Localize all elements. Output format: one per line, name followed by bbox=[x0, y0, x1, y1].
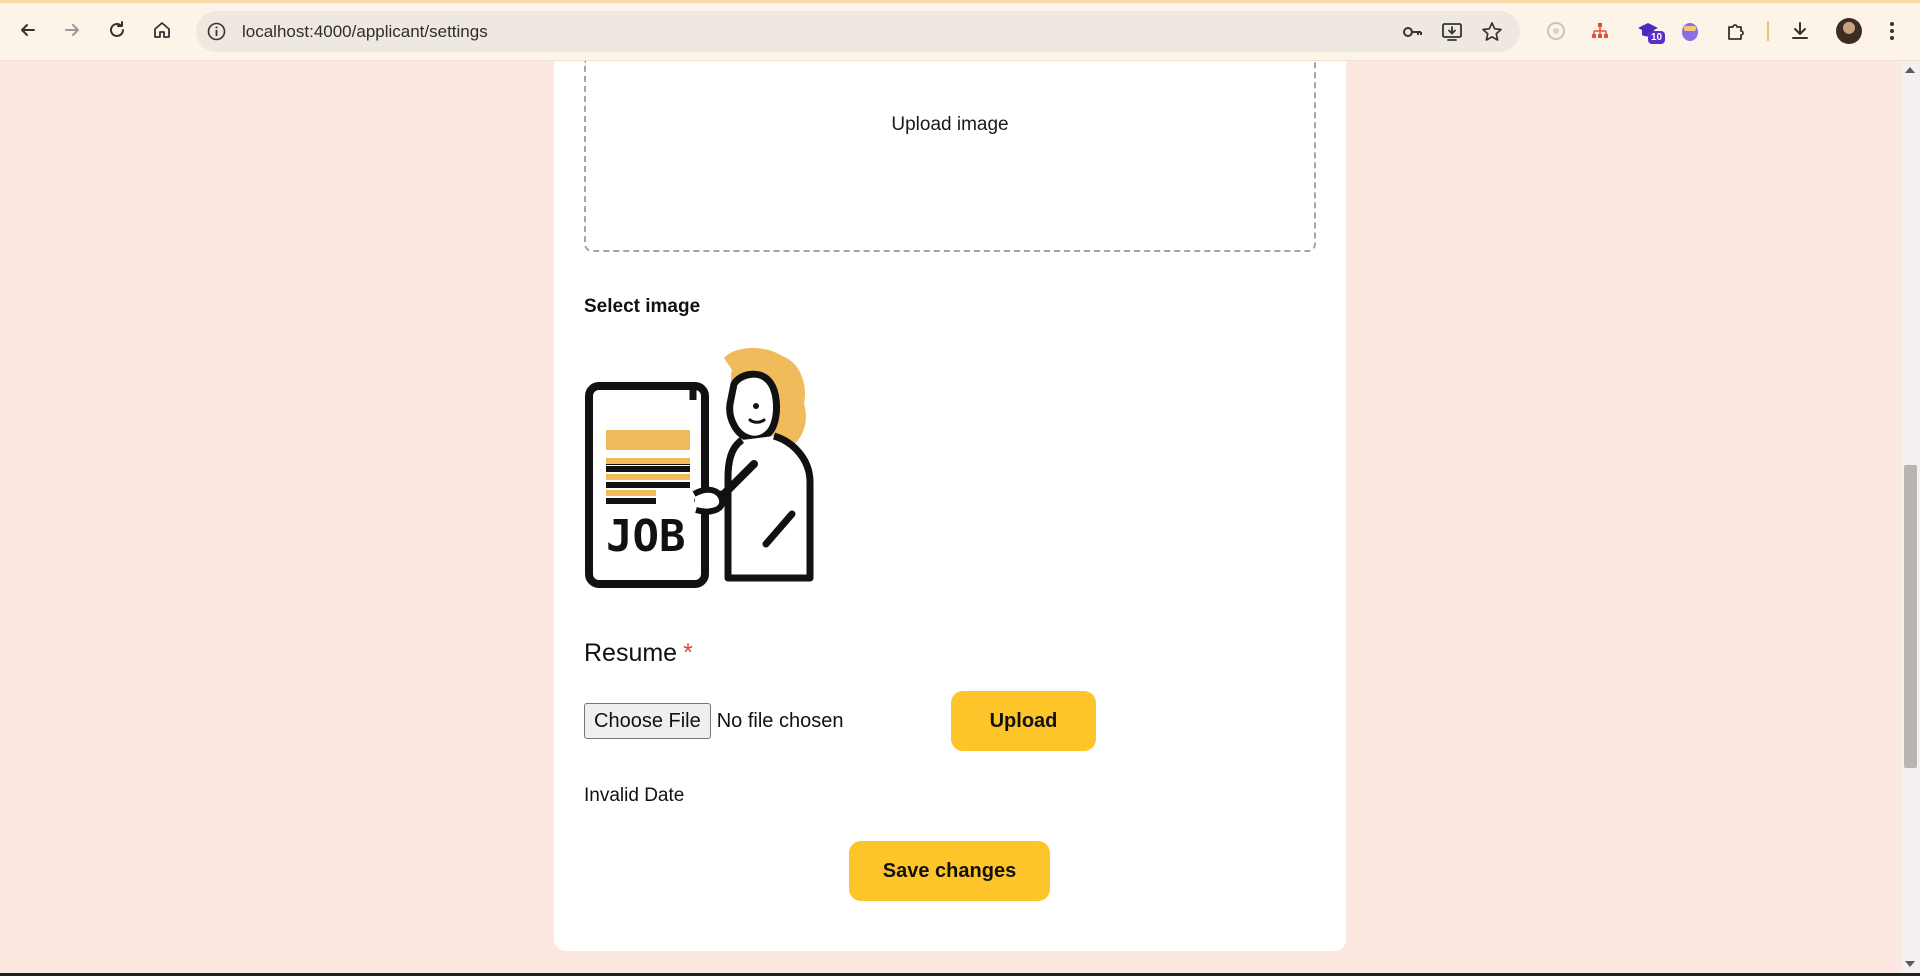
choose-file-button[interactable]: Choose File bbox=[584, 703, 711, 739]
resume-label-text: Resume bbox=[584, 639, 678, 667]
image-dropzone[interactable]: Upload image bbox=[584, 61, 1316, 252]
extension-badge: 10 bbox=[1648, 31, 1666, 44]
resume-date-text: Invalid Date bbox=[584, 785, 685, 806]
browser-menu-button[interactable] bbox=[1878, 17, 1906, 45]
job-text: JOB bbox=[606, 511, 685, 562]
scroll-thumb[interactable] bbox=[1904, 465, 1917, 768]
extension-timer[interactable] bbox=[1542, 17, 1570, 45]
forward-button[interactable] bbox=[56, 14, 88, 46]
info-icon[interactable] bbox=[206, 21, 227, 42]
key-icon bbox=[1403, 27, 1422, 37]
upload-button[interactable]: Upload bbox=[951, 691, 1096, 751]
scroll-down-arrow[interactable] bbox=[1905, 961, 1915, 967]
select-image-label: Select image bbox=[584, 296, 701, 317]
home-icon bbox=[154, 22, 170, 38]
save-changes-button[interactable]: Save changes bbox=[849, 841, 1050, 901]
star-icon bbox=[1482, 22, 1502, 41]
resume-label: Resume * bbox=[584, 639, 693, 668]
toolbar-top-line bbox=[0, 0, 1920, 3]
settings-card: Upload image Select image JOB Resume * Ch… bbox=[554, 61, 1346, 951]
kebab-menu-icon bbox=[1890, 22, 1894, 40]
reload-button[interactable] bbox=[101, 14, 133, 46]
extensions-button[interactable] bbox=[1722, 17, 1750, 45]
extension-avatar-bot[interactable] bbox=[1676, 17, 1704, 45]
profile-avatar[interactable] bbox=[1836, 18, 1862, 44]
scroll-up-arrow[interactable] bbox=[1905, 67, 1915, 73]
browser-toolbar: localhost:4000/applicant/settings 10 bbox=[0, 0, 1920, 61]
puzzle-icon bbox=[1728, 24, 1744, 40]
download-icon bbox=[1792, 22, 1808, 39]
downloads-button[interactable] bbox=[1786, 17, 1814, 45]
url-text[interactable]: localhost:4000/applicant/settings bbox=[242, 22, 488, 42]
required-marker: * bbox=[683, 639, 693, 667]
install-app-button[interactable] bbox=[1440, 20, 1464, 44]
sitemap-icon bbox=[1592, 23, 1608, 38]
forward-arrow-icon bbox=[65, 24, 79, 36]
reload-icon bbox=[110, 21, 124, 37]
page-scrollbar[interactable] bbox=[1901, 61, 1920, 973]
resume-file-input[interactable]: Choose File No file chosen bbox=[584, 703, 843, 739]
toolbar-divider bbox=[1767, 21, 1769, 41]
extension-graduation[interactable]: 10 bbox=[1634, 17, 1666, 45]
dropzone-text: Upload image bbox=[891, 114, 1009, 135]
extension-sitemap[interactable] bbox=[1586, 17, 1614, 45]
back-arrow-icon bbox=[21, 24, 35, 36]
passwords-button[interactable] bbox=[1400, 20, 1424, 44]
file-status-text: No file chosen bbox=[716, 709, 844, 732]
timer-icon bbox=[1547, 22, 1565, 40]
install-app-icon bbox=[1442, 23, 1462, 41]
bookmark-button[interactable] bbox=[1480, 20, 1504, 44]
job-illustration[interactable]: JOB bbox=[584, 344, 829, 589]
back-button[interactable] bbox=[12, 14, 44, 46]
address-bar[interactable]: localhost:4000/applicant/settings bbox=[196, 11, 1520, 52]
bot-icon bbox=[1682, 23, 1698, 41]
home-button[interactable] bbox=[146, 14, 178, 46]
